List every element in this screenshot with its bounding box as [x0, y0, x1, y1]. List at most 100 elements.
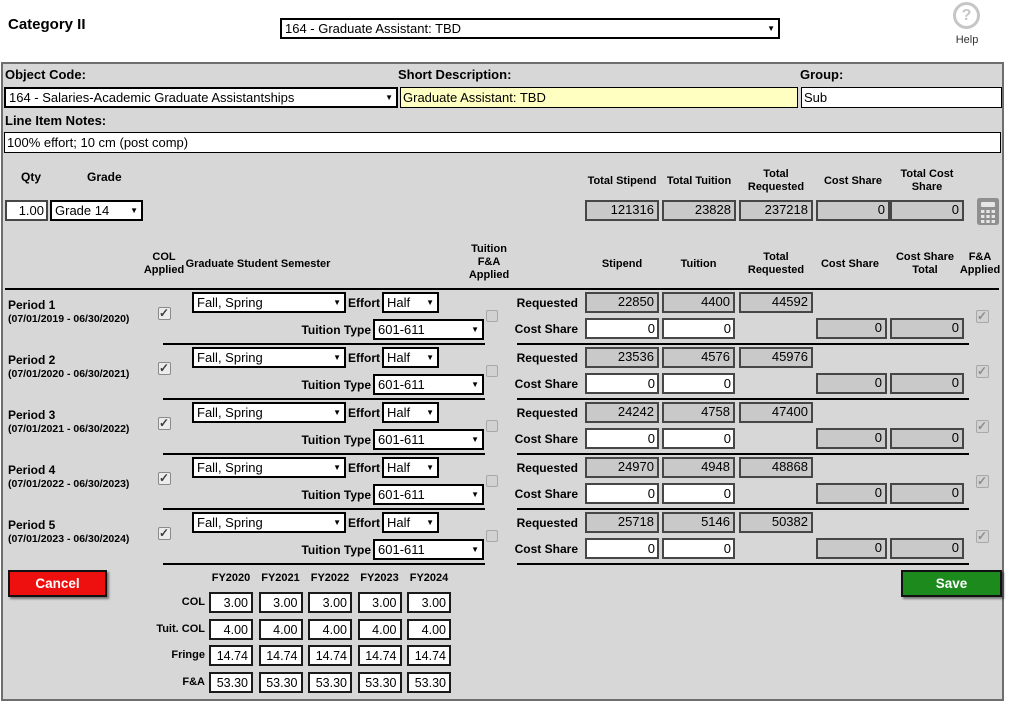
cost-share-tuition-input[interactable]	[662, 428, 735, 449]
semester-select[interactable]: Fall, Spring ▼	[192, 512, 346, 533]
page-title: Category II	[8, 16, 86, 33]
col-applied-checkbox[interactable]	[158, 417, 171, 430]
total-value-field: 121316	[585, 200, 659, 221]
cost-share-row-label: Cost Share	[508, 432, 578, 446]
line-item-select[interactable]: 164 - Graduate Assistant: TBD ▼	[280, 18, 780, 39]
chevron-down-icon: ▼	[471, 491, 479, 499]
cost-share-total-field: 0	[890, 483, 964, 504]
rate-input[interactable]	[358, 645, 402, 666]
effort-select[interactable]: Half ▼	[382, 457, 439, 478]
cost-share-tuition-input[interactable]	[662, 318, 735, 339]
tuition-fa-applied-checkbox	[486, 530, 498, 542]
effort-select[interactable]: Half ▼	[382, 292, 439, 313]
period-row: Period 5 (07/01/2023 - 06/30/2024) Fall,…	[3, 510, 1002, 565]
rate-input[interactable]	[209, 672, 253, 693]
chevron-down-icon: ▼	[471, 436, 479, 444]
object-code-select[interactable]: 164 - Salaries-Academic Graduate Assista…	[4, 87, 398, 108]
chevron-down-icon: ▼	[333, 519, 341, 527]
cost-share-tuition-input[interactable]	[662, 373, 735, 394]
effort-label: Effort	[342, 406, 380, 420]
calculator-icon[interactable]	[977, 198, 999, 230]
period-row: Period 3 (07/01/2021 - 06/30/2022) Fall,…	[3, 400, 1002, 455]
total-value-field: 23828	[662, 200, 736, 221]
semester-select[interactable]: Fall, Spring ▼	[192, 457, 346, 478]
tuition-type-select[interactable]: 601-611 ▼	[373, 484, 484, 505]
period-row: Period 1 (07/01/2019 - 06/30/2020) Fall,…	[3, 290, 1002, 345]
cost-share-stipend-input[interactable]	[585, 428, 659, 449]
rate-row-label: COL	[111, 596, 205, 608]
cost-share-stipend-input[interactable]	[585, 538, 659, 559]
col-applied-checkbox[interactable]	[158, 307, 171, 320]
col-applied-checkbox[interactable]	[158, 472, 171, 485]
requested-total-field: 45976	[739, 347, 813, 368]
short-description-input[interactable]	[400, 87, 798, 108]
chevron-down-icon: ▼	[426, 519, 434, 527]
help-icon[interactable]: ?	[953, 2, 980, 29]
cost-share-tuition-input[interactable]	[662, 538, 735, 559]
semester-select[interactable]: Fall, Spring ▼	[192, 292, 346, 313]
rate-input[interactable]	[407, 592, 451, 613]
rate-input[interactable]	[358, 672, 402, 693]
chevron-down-icon: ▼	[333, 464, 341, 472]
requested-row-label: Requested	[515, 461, 578, 475]
effort-select[interactable]: Half ▼	[382, 402, 439, 423]
object-code-select-value: 164 - Salaries-Academic Graduate Assista…	[9, 90, 294, 105]
rate-input[interactable]	[308, 672, 352, 693]
cost-share-field: 0	[816, 318, 887, 339]
tuition-type-select[interactable]: 601-611 ▼	[373, 319, 484, 340]
rate-input[interactable]	[308, 592, 352, 613]
period-name: Period 1	[8, 298, 55, 312]
rate-input[interactable]	[407, 619, 451, 640]
semester-select[interactable]: Fall, Spring ▼	[192, 402, 346, 423]
effort-select[interactable]: Half ▼	[382, 347, 439, 368]
rate-input[interactable]	[358, 592, 402, 613]
tuition-type-select-value: 601-611	[378, 377, 425, 392]
line-item-select-value: 164 - Graduate Assistant: TBD	[285, 21, 461, 36]
rate-input[interactable]	[209, 645, 253, 666]
rate-input[interactable]	[358, 619, 402, 640]
rate-input[interactable]	[308, 619, 352, 640]
cost-share-stipend-input[interactable]	[585, 483, 659, 504]
tuition-type-label: Tuition Type	[296, 543, 371, 557]
total-value-field: 0	[816, 200, 890, 221]
rate-input[interactable]	[259, 672, 303, 693]
tuition-type-select[interactable]: 601-611 ▼	[373, 539, 484, 560]
rate-input[interactable]	[407, 645, 451, 666]
tuition-fa-applied-checkbox	[486, 420, 498, 432]
group-input[interactable]	[801, 87, 1002, 108]
effort-select[interactable]: Half ▼	[382, 512, 439, 533]
rate-input[interactable]	[407, 672, 451, 693]
cost-share-stipend-input[interactable]	[585, 373, 659, 394]
line-item-notes-label: Line Item Notes:	[5, 113, 106, 128]
period-name: Period 5	[8, 518, 55, 532]
period-dates: (07/01/2022 - 06/30/2023)	[8, 478, 129, 490]
tuition-type-select[interactable]: 601-611 ▼	[373, 374, 484, 395]
cost-share-tuition-input[interactable]	[662, 483, 735, 504]
rate-input[interactable]	[259, 645, 303, 666]
col-applied-checkbox[interactable]	[158, 362, 171, 375]
tuition-type-select[interactable]: 601-611 ▼	[373, 429, 484, 450]
rate-row-label: Fringe	[111, 649, 205, 661]
rate-input[interactable]	[308, 645, 352, 666]
effort-label: Effort	[342, 516, 380, 530]
semester-select[interactable]: Fall, Spring ▼	[192, 347, 346, 368]
total-value-field: 0	[890, 200, 964, 221]
total-label: Total Cost Share	[881, 162, 973, 200]
grade-select[interactable]: Grade 14 ▼	[50, 200, 143, 221]
rate-input[interactable]	[209, 592, 253, 613]
col-applied-checkbox[interactable]	[158, 527, 171, 540]
row-divider-right	[517, 563, 969, 565]
header-tuition: Tuition	[662, 244, 735, 284]
cost-share-row-label: Cost Share	[508, 377, 578, 391]
tuition-type-label: Tuition Type	[296, 488, 371, 502]
rate-input[interactable]	[259, 619, 303, 640]
cost-share-total-field: 0	[890, 373, 964, 394]
rate-input[interactable]	[209, 619, 253, 640]
requested-row-label: Requested	[515, 296, 578, 310]
line-item-notes-input[interactable]	[4, 132, 1001, 153]
qty-input[interactable]	[5, 200, 48, 221]
rate-input[interactable]	[259, 592, 303, 613]
tuition-type-label: Tuition Type	[296, 433, 371, 447]
cost-share-stipend-input[interactable]	[585, 318, 659, 339]
chevron-down-icon: ▼	[333, 409, 341, 417]
